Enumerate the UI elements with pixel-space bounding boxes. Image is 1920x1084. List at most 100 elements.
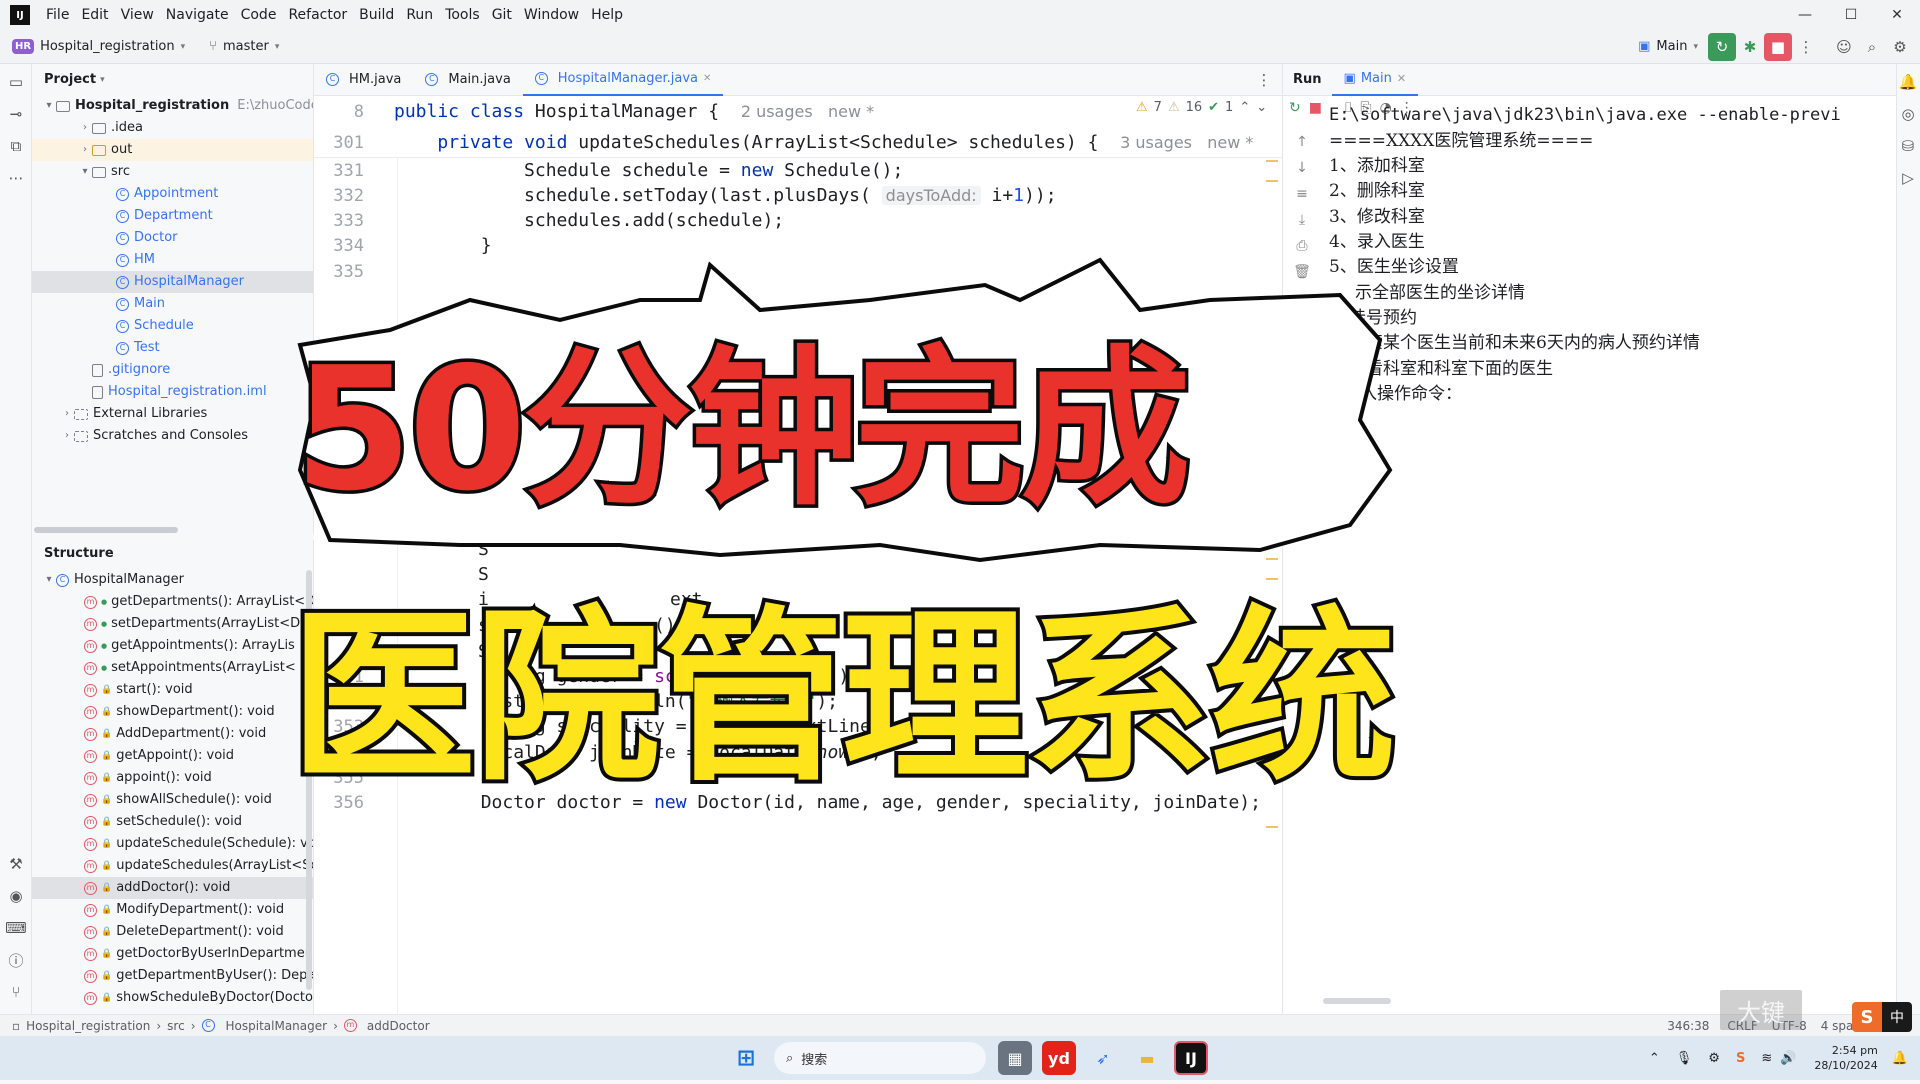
code-line[interactable]: 335 [314, 256, 1282, 287]
more-tools-icon[interactable]: ⋯ [2, 164, 30, 192]
chevron-down-icon[interactable]: ⌄ [1256, 100, 1267, 115]
horizontal-scrollbar[interactable] [1323, 998, 1391, 1004]
close-icon[interactable]: ✕ [1397, 63, 1406, 95]
arrow-down-icon[interactable]: ↓ [1296, 160, 1308, 176]
terminal-tool-icon[interactable]: ⌨ [2, 914, 30, 942]
project-tree-item[interactable]: C Main [32, 293, 313, 315]
menu-tools[interactable]: Tools [439, 0, 486, 30]
project-tree-item[interactable]: › External Libraries [32, 403, 313, 425]
services-tool-icon[interactable]: ◉ [2, 882, 30, 910]
menu-window[interactable]: Window [518, 0, 585, 30]
branch-selector[interactable]: ⑂ master ▾ [209, 39, 279, 54]
network-settings-icon[interactable]: ⚙ [1708, 1051, 1720, 1066]
feishu-app-icon[interactable]: ➶ [1086, 1041, 1120, 1075]
minimize-icon[interactable]: — [1782, 0, 1828, 30]
problems-tool-icon[interactable]: ⓘ [2, 946, 30, 974]
project-tree-item[interactable]: C Test [32, 337, 313, 359]
usage-hint[interactable]: 2 usages new * [741, 102, 874, 121]
clock[interactable]: 2:54 pm 28/10/2024 [1814, 1043, 1877, 1073]
project-tree-item[interactable]: › .idea [32, 117, 313, 139]
sogou-tray-icon[interactable]: S [1736, 1051, 1745, 1066]
taskbar-app-icon[interactable]: ▦ [998, 1041, 1032, 1075]
structure-method-item[interactable]: m 🔒 updateSchedule(Schedule): voi [32, 833, 313, 855]
project-panel-header[interactable]: Project ▾ [32, 64, 313, 95]
app-logo[interactable]: IJ [10, 5, 30, 25]
structure-method-item[interactable]: m 🔒 showScheduleByDoctor(Doctor [32, 987, 313, 1009]
project-tree-item[interactable]: ▾ src [32, 161, 313, 183]
menu-build[interactable]: Build [353, 0, 400, 30]
structure-method-item[interactable]: m 🔒 DeleteDepartment(): void [32, 921, 313, 943]
breadcrumb-item[interactable]: Hospital_registration [26, 1019, 150, 1033]
menu-help[interactable]: Help [585, 0, 629, 30]
structure-method-item[interactable]: m 🔒 showDepartment(): void [32, 701, 313, 723]
usage-hint[interactable]: 3 usages new * [1120, 133, 1253, 152]
breadcrumb-item[interactable]: HospitalManager [226, 1019, 328, 1033]
run-tab-main[interactable]: ▣ Main ✕ [1331, 63, 1419, 96]
project-tool-icon[interactable]: ▭ [2, 68, 30, 96]
editor-tab[interactable]: C HM.java [314, 64, 413, 96]
project-tree-item[interactable]: › out [32, 139, 313, 161]
more-actions-icon[interactable]: ⋮ [1792, 33, 1820, 61]
debug-icon[interactable]: ✱ [1736, 33, 1764, 61]
project-tree-item[interactable]: .gitignore [32, 359, 313, 381]
arrow-up-icon[interactable]: ↑ [1296, 134, 1308, 150]
file-explorer-icon[interactable]: ▬ [1130, 1041, 1164, 1075]
rerun-icon[interactable]: ↻ [1289, 100, 1301, 116]
structure-method-item[interactable]: m 🔒 addDoctor(): void [32, 877, 313, 899]
menu-view[interactable]: View [115, 0, 160, 30]
structure-method-item[interactable]: m ● setDepartments(ArrayList<D [32, 613, 313, 635]
menu-file[interactable]: File [40, 0, 75, 30]
structure-method-item[interactable]: m 🔒 getDoctorByUserInDepartment [32, 943, 313, 965]
project-root[interactable]: ▾ Hospital_registration E:\zhuoCode\ [32, 95, 313, 117]
horizontal-scrollbar[interactable] [34, 527, 178, 533]
stop-icon[interactable]: ■ [1309, 100, 1322, 116]
menu-edit[interactable]: Edit [75, 0, 114, 30]
chevron-up-icon[interactable]: ⌃ [1239, 100, 1250, 115]
windows-start-icon[interactable]: ⊞ [729, 1041, 763, 1075]
code-editor[interactable]: 330 for (int i = 0; i < 7 - schedules.si… [314, 96, 1282, 1014]
breadcrumb-item[interactable]: addDoctor [367, 1019, 430, 1033]
copilot-icon[interactable]: ▷ [1897, 164, 1919, 192]
editor-tab[interactable]: C HospitalManager.java ✕ [522, 63, 724, 96]
structure-method-item[interactable]: m 🔒 AddDepartment(): void [32, 723, 313, 745]
project-tree-item[interactable]: C HM [32, 249, 313, 271]
sticky-line[interactable]: 301 private void updateSchedules(ArrayLi… [314, 127, 1282, 158]
account-icon[interactable]: ☺ [1830, 33, 1858, 61]
structure-method-item[interactable]: m 🔒 ModifyDepartment(): void [32, 899, 313, 921]
intellij-app-icon[interactable]: IJ [1174, 1041, 1208, 1075]
structure-method-item[interactable]: m ● getDepartments(): ArrayList<De [32, 591, 313, 613]
taskbar-search[interactable]: ⌕ 搜索 [774, 1042, 986, 1074]
project-tree-item[interactable]: Hospital_registration.iml [32, 381, 313, 403]
editor-tab[interactable]: C Main.java [413, 64, 522, 96]
notifications-icon[interactable]: 🔔 [1897, 68, 1919, 96]
structure-method-item[interactable]: m ● setAppointments(ArrayList< [32, 657, 313, 679]
run-config-selector[interactable]: ▣ Main ▾ [1638, 39, 1698, 54]
structure-method-item[interactable]: m 🔒 showAllSchedule(): void [32, 789, 313, 811]
project-tree-item[interactable]: C Schedule [32, 315, 313, 337]
structure-method-item[interactable]: m 🔒 getAppoint(): void [32, 745, 313, 767]
caret-position[interactable]: 346:38 [1667, 1019, 1709, 1033]
menu-git[interactable]: Git [486, 0, 518, 30]
project-tree-item[interactable]: C Doctor [32, 227, 313, 249]
youdao-app-icon[interactable]: yd [1042, 1041, 1076, 1075]
print-icon[interactable]: ⎙ [1296, 238, 1307, 254]
project-selector[interactable]: HR Hospital_registration ▾ [12, 39, 185, 54]
git-tool-icon[interactable]: ⑂ [2, 978, 30, 1006]
soft-wrap-icon[interactable]: ≡ [1296, 186, 1308, 202]
structure-root[interactable]: ▾ C HospitalManager [32, 569, 313, 591]
settings-gear-icon[interactable]: ⚙ [1886, 33, 1914, 61]
structure-method-item[interactable]: m 🔒 getDepartmentByUser(): Depar [32, 965, 313, 987]
project-tree-item[interactable]: C HospitalManager [32, 271, 313, 293]
search-icon[interactable]: ⌕ [1858, 33, 1886, 61]
close-icon[interactable]: ✕ [1874, 0, 1920, 30]
maximize-icon[interactable]: ☐ [1828, 0, 1874, 30]
structure-method-item[interactable]: m 🔒 updateSchedules(ArrayList<Sc [32, 855, 313, 877]
structure-method-item[interactable]: m 🔒 appoint(): void [32, 767, 313, 789]
close-tab-icon[interactable]: ✕ [703, 63, 711, 95]
microphone-icon[interactable]: 🎙 [1676, 1051, 1693, 1066]
menu-code[interactable]: Code [235, 0, 283, 30]
rerun-button[interactable]: ↻ [1708, 32, 1736, 61]
stop-button[interactable]: ■ [1764, 32, 1792, 61]
inspection-widget[interactable]: ⚠ 7 ⚠ 16 ✔ 1 ⌃ ⌄ [1136, 100, 1268, 115]
structure-tool-icon[interactable]: ⧉ [2, 132, 30, 160]
